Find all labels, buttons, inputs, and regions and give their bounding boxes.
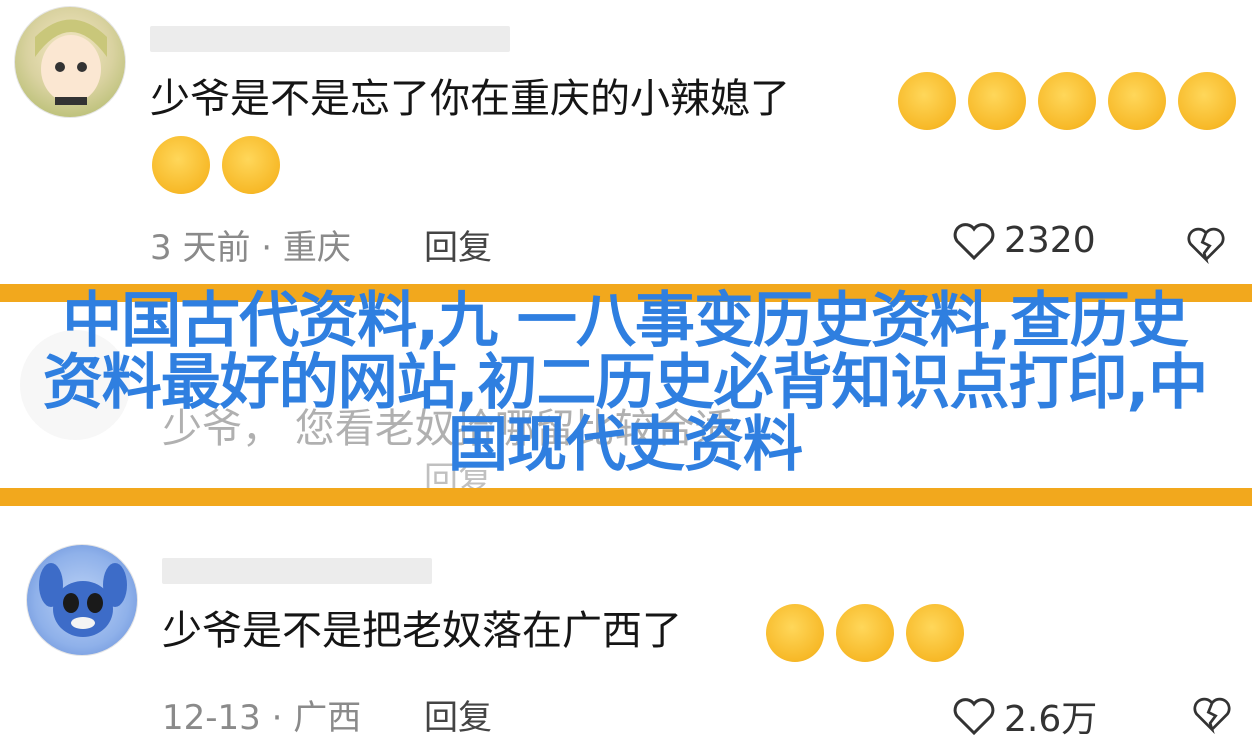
crying-face-icon bbox=[968, 72, 1026, 130]
anime-avatar-icon bbox=[35, 19, 107, 105]
heart-eyes-face-icon bbox=[1178, 72, 1236, 130]
like-count: 2.6万 bbox=[1004, 699, 1098, 740]
crying-face-icon bbox=[766, 604, 824, 662]
like-count: 2320 bbox=[1004, 220, 1096, 261]
banner-title: 中国古代资料,九 一八事变历史资料,查历史资料最好的网站,初二历史必背知识点打印… bbox=[42, 286, 1209, 480]
emoji-row bbox=[898, 72, 1236, 130]
crying-face-icon bbox=[836, 604, 894, 662]
reply-button[interactable]: 回复 bbox=[424, 690, 492, 739]
heart-eyes-face-icon bbox=[152, 136, 210, 194]
broken-heart-icon bbox=[1193, 697, 1231, 735]
banner-border-bottom bbox=[0, 488, 1252, 506]
user-avatar[interactable] bbox=[26, 544, 138, 656]
heart-eyes-face-icon bbox=[222, 136, 280, 194]
emoji-row bbox=[766, 604, 964, 662]
user-avatar[interactable] bbox=[14, 6, 126, 118]
heart-icon bbox=[953, 698, 995, 736]
broken-heart-icon bbox=[1187, 227, 1225, 265]
crying-face-icon bbox=[1038, 72, 1096, 130]
like-button[interactable]: 2.6万 bbox=[952, 690, 1097, 742]
username-redacted bbox=[150, 26, 510, 52]
comment-text: 少爷是不是忘了你在重庆的小辣媳了 bbox=[150, 76, 790, 122]
crying-face-icon bbox=[898, 72, 956, 130]
dislike-button[interactable] bbox=[1192, 694, 1232, 738]
comment-meta: 12-13 · 广西 bbox=[162, 698, 362, 738]
heart-icon bbox=[953, 222, 995, 260]
username-redacted bbox=[162, 558, 432, 584]
comment-meta: 3 天前 · 重庆 bbox=[150, 228, 351, 268]
stitch-avatar-icon bbox=[39, 563, 127, 637]
dislike-button[interactable] bbox=[1186, 224, 1226, 268]
crying-face-icon bbox=[906, 604, 964, 662]
like-button[interactable]: 2320 bbox=[952, 220, 1096, 261]
emoji-row bbox=[152, 136, 280, 194]
heart-eyes-face-icon bbox=[1108, 72, 1166, 130]
comment-text: 少爷是不是把老奴落在广西了 bbox=[162, 608, 682, 654]
reply-button[interactable]: 回复 bbox=[424, 220, 492, 269]
